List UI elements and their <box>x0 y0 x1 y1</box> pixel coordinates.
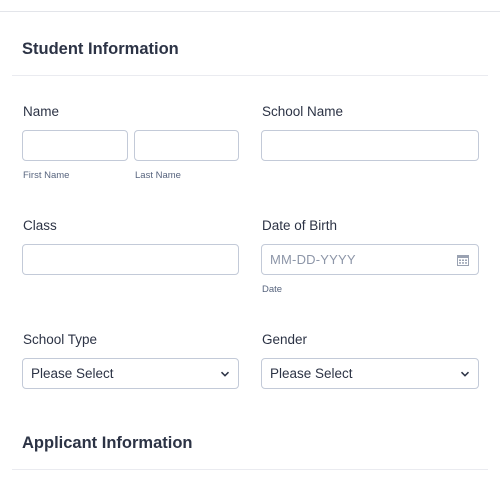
school-type-selected: Please Select <box>31 366 114 381</box>
gender-select[interactable]: Please Select <box>261 358 479 389</box>
section-divider <box>12 75 488 76</box>
chevron-down-icon <box>460 371 470 377</box>
top-divider <box>0 11 500 12</box>
first-name-input[interactable] <box>22 130 128 161</box>
gender-selected: Please Select <box>270 366 353 381</box>
date-sublabel: Date <box>262 284 283 295</box>
class-input[interactable] <box>22 244 239 275</box>
school-name-label: School Name <box>262 104 344 119</box>
last-name-input[interactable] <box>134 130 239 161</box>
school-name-input[interactable] <box>261 130 479 161</box>
section-title-student: Student Information <box>22 40 179 58</box>
date-of-birth-input[interactable]: MM-DD-YYYY <box>261 244 479 275</box>
calendar-icon[interactable] <box>457 254 469 266</box>
school-type-select[interactable]: Please Select <box>22 358 239 389</box>
class-label: Class <box>23 218 57 233</box>
gender-label: Gender <box>262 332 308 347</box>
chevron-down-icon <box>220 371 230 377</box>
date-placeholder: MM-DD-YYYY <box>270 252 356 267</box>
date-of-birth-label: Date of Birth <box>262 218 338 233</box>
school-type-label: School Type <box>23 332 98 347</box>
section-divider <box>12 469 488 470</box>
name-label: Name <box>23 104 60 119</box>
first-name-sublabel: First Name <box>23 170 70 181</box>
last-name-sublabel: Last Name <box>135 170 181 181</box>
section-title-applicant: Applicant Information <box>22 434 193 452</box>
